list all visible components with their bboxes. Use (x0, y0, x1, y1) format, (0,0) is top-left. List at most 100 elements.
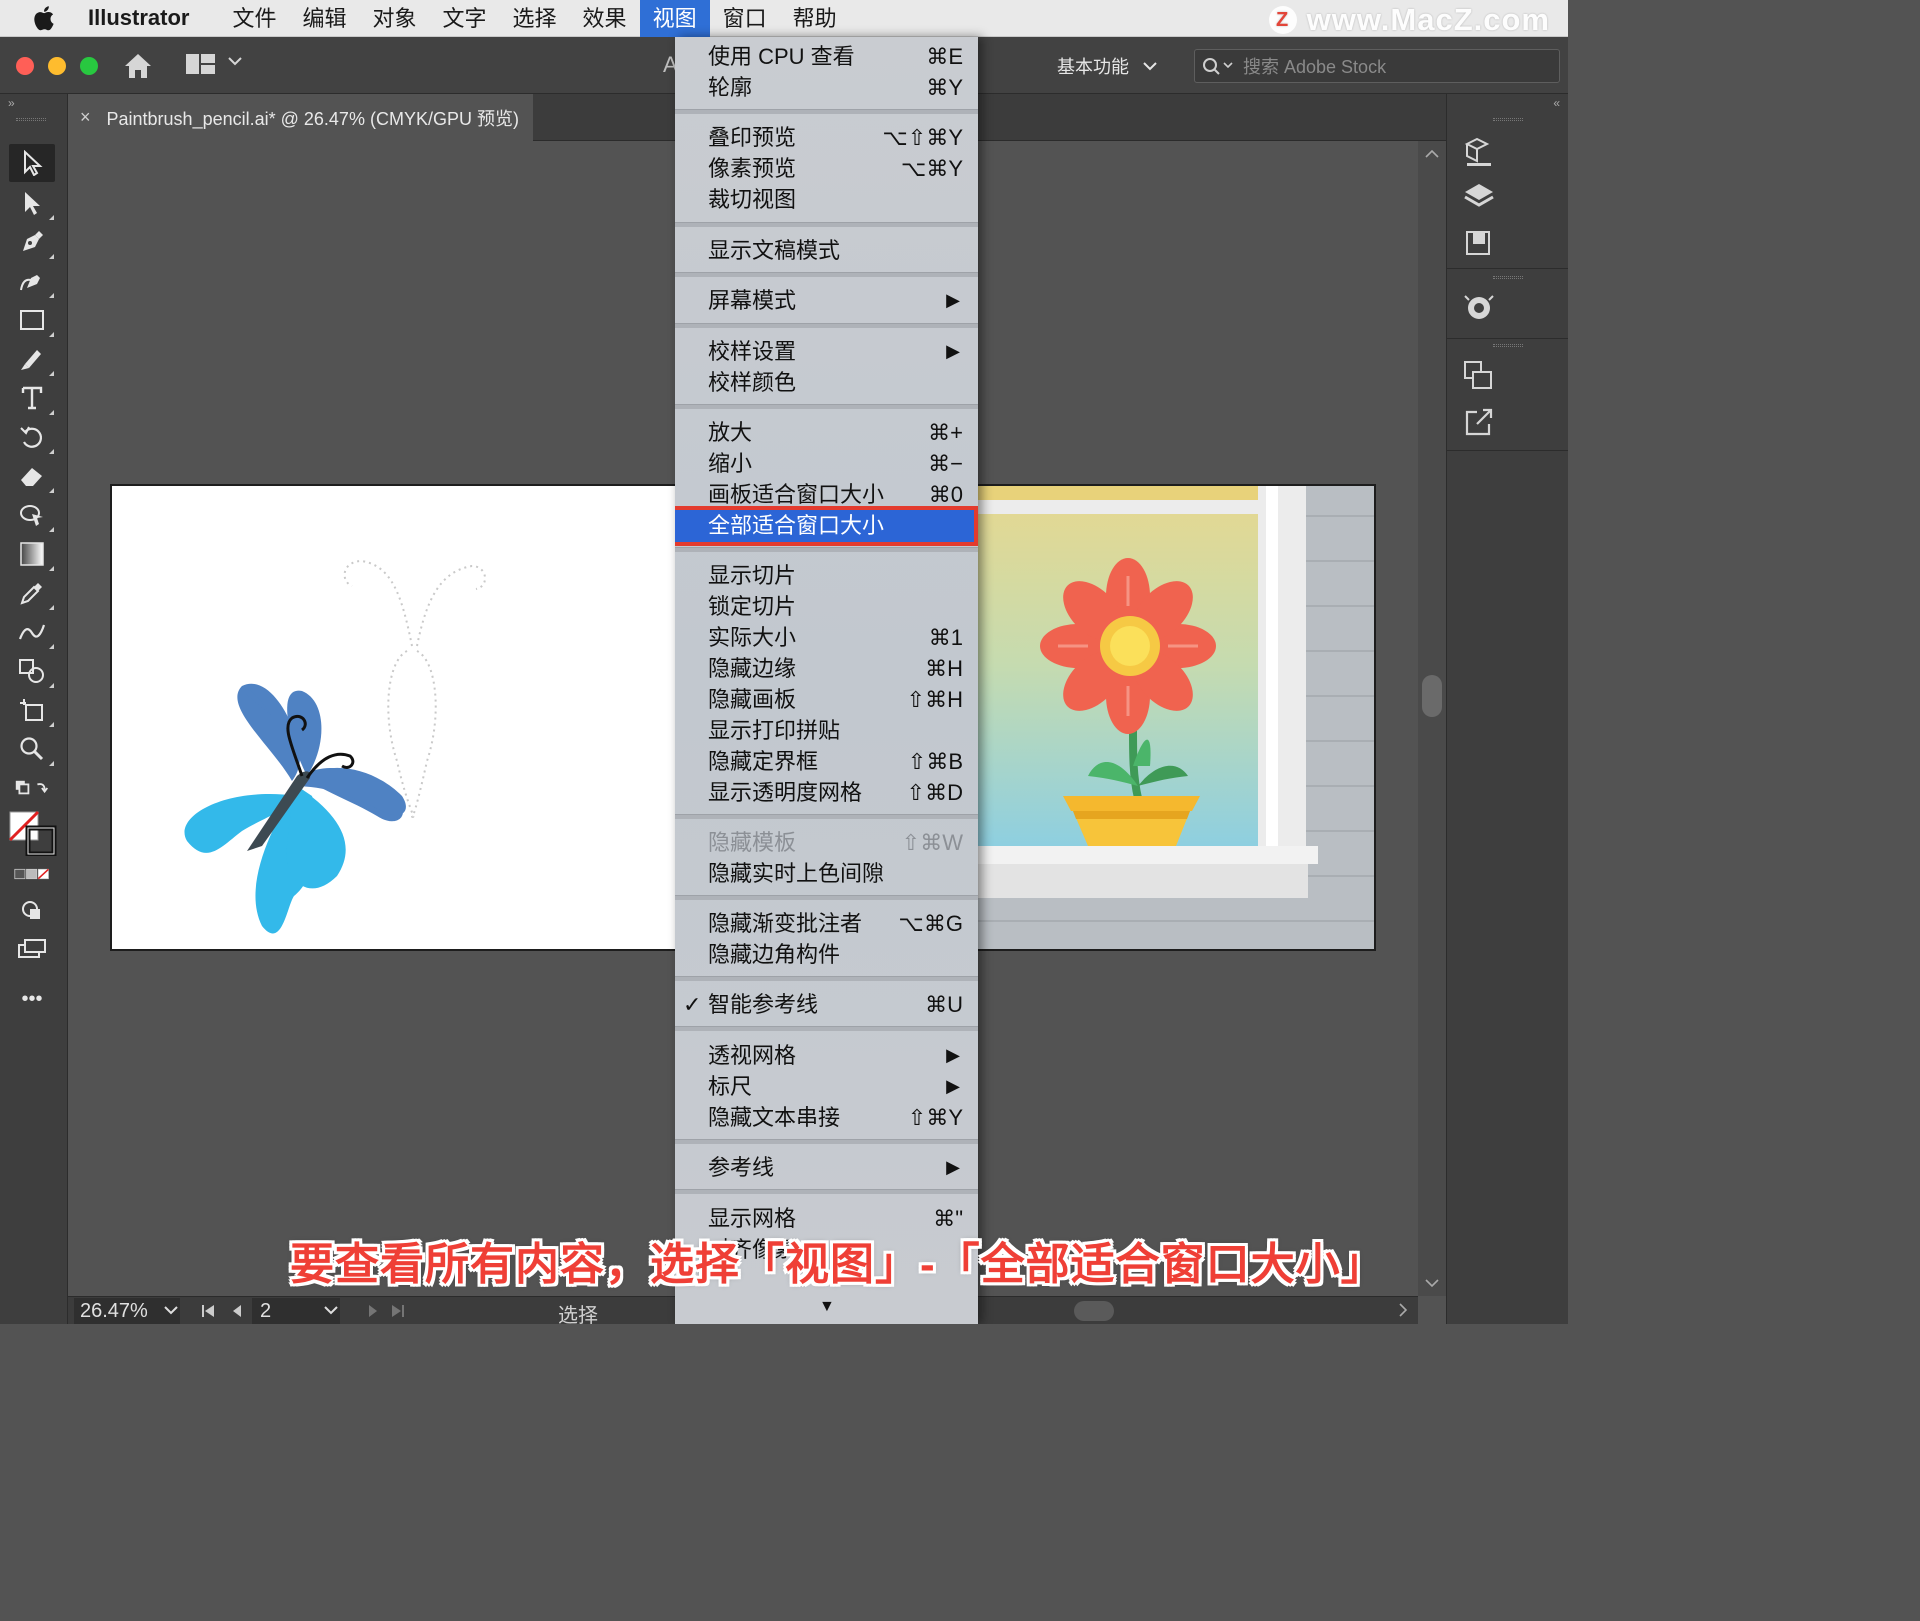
first-artboard-icon[interactable] (200, 1303, 216, 1319)
fit-all-in-window-menu-item[interactable]: 全部适合窗口大小 (675, 506, 978, 546)
menu-object[interactable]: 对象 (360, 0, 430, 37)
flower-window-illustration[interactable] (978, 486, 1376, 951)
menu-scroll-down-icon[interactable]: ▼ (819, 1298, 835, 1316)
type-tool[interactable] (14, 381, 54, 415)
chevron-down-icon[interactable] (164, 1305, 178, 1315)
eyedropper-tool[interactable] (14, 576, 54, 610)
menu-select[interactable]: 选择 (500, 0, 570, 37)
scrollbar-thumb[interactable] (1422, 675, 1442, 717)
scroll-right-icon[interactable] (1398, 1303, 1408, 1317)
apple-logo-icon[interactable] (30, 3, 60, 33)
view-menu-item[interactable]: 标尺 ▶ (675, 1071, 978, 1102)
view-menu-item[interactable]: 放大 ⌘+ (675, 417, 978, 448)
pen-tool[interactable] (14, 225, 54, 259)
collapse-panel-icon[interactable]: « (1553, 96, 1560, 110)
panel-grip[interactable] (1493, 118, 1523, 121)
transform-panel-icon[interactable] (1463, 360, 1497, 392)
next-artboard-icon[interactable] (366, 1303, 380, 1319)
blend-tool[interactable] (14, 615, 54, 649)
workspace-switcher[interactable]: 基本功能 (1057, 53, 1157, 79)
view-menu-item[interactable]: ✓ 智能参考线 ⌘U (675, 989, 978, 1020)
close-tab-icon[interactable]: × (80, 107, 91, 128)
view-menu-item[interactable]: 隐藏边角构件 (675, 939, 978, 970)
menu-type[interactable]: 文字 (430, 0, 500, 37)
menu-help[interactable]: 帮助 (780, 0, 850, 37)
document-tab[interactable]: × Paintbrush_pencil.ai* @ 26.47% (CMYK/G… (68, 94, 533, 141)
view-menu-item[interactable]: 校样颜色 (675, 367, 978, 398)
view-menu-item[interactable]: 实际大小 ⌘1 (675, 622, 978, 653)
panel-grip[interactable] (16, 118, 46, 121)
view-menu-item[interactable]: 显示透明度网格 ⇧⌘D (675, 777, 978, 808)
zoom-tool[interactable] (14, 732, 54, 766)
view-menu-item[interactable]: 显示切片 (675, 560, 978, 591)
libraries-panel-icon[interactable] (1463, 134, 1497, 168)
rectangle-tool[interactable] (14, 303, 54, 337)
scroll-down-icon[interactable] (1425, 1278, 1439, 1288)
artboard-tool[interactable] (14, 693, 54, 727)
view-menu-item[interactable]: 参考线 ▶ (675, 1152, 978, 1183)
draw-mode-tool[interactable] (14, 894, 50, 928)
view-menu-item[interactable]: 隐藏定界框 ⇧⌘B (675, 746, 978, 777)
zoom-icon (20, 737, 44, 761)
chevron-down-icon[interactable] (228, 56, 242, 66)
menu-view[interactable]: 视图 (639, 0, 710, 37)
direct-selection-tool[interactable] (14, 186, 54, 220)
export-panel-icon[interactable] (1463, 406, 1497, 438)
view-menu-item[interactable]: 像素预览 ⌥⌘Y (675, 153, 978, 184)
horizontal-scrollbar-thumb[interactable] (1074, 1301, 1114, 1321)
vertical-scrollbar[interactable] (1418, 141, 1446, 1296)
home-icon[interactable] (123, 52, 153, 80)
view-menu-item[interactable]: 屏幕模式 ▶ (675, 285, 978, 316)
default-fill-stroke[interactable] (14, 774, 50, 802)
stock-search-input[interactable]: 搜索 Adobe Stock (1194, 49, 1560, 83)
minimize-window-button[interactable] (48, 57, 66, 75)
last-artboard-icon[interactable] (390, 1303, 406, 1319)
panel-grip[interactable] (1493, 276, 1523, 279)
eraser-tool[interactable] (14, 459, 54, 493)
view-menu-item[interactable]: 叠印预览 ⌥⇧⌘Y (675, 122, 978, 153)
view-menu-item[interactable]: 使用 CPU 查看 ⌘E (675, 41, 978, 72)
view-menu-item[interactable]: 隐藏边缘 ⌘H (675, 653, 978, 684)
menu-window[interactable]: 窗口 (710, 0, 780, 37)
color-mode-buttons[interactable] (14, 864, 50, 884)
view-menu-item[interactable]: 透视网格 ▶ (675, 1040, 978, 1071)
view-menu-item[interactable]: 隐藏文本串接 ⇧⌘Y (675, 1102, 978, 1133)
view-menu-item[interactable]: 隐藏画板 ⇧⌘H (675, 684, 978, 715)
view-menu-item[interactable]: 显示打印拼贴 (675, 715, 978, 746)
watermark: Z www.MacZ.com (1268, 2, 1550, 38)
view-menu-item[interactable]: 显示文稿模式 (675, 235, 978, 266)
scroll-up-icon[interactable] (1425, 149, 1439, 159)
layers-panel-icon[interactable] (1463, 182, 1497, 212)
close-window-button[interactable] (16, 57, 34, 75)
curvature-tool[interactable] (14, 264, 54, 298)
status-text[interactable]: 选择 (558, 1299, 598, 1324)
chevron-down-icon[interactable] (324, 1305, 338, 1315)
view-menu-item[interactable]: 缩小 ⌘− (675, 448, 978, 479)
arrange-documents-icon[interactable] (186, 54, 216, 74)
screen-mode-tool[interactable] (14, 932, 50, 966)
view-menu-item[interactable]: 校样设置 ▶ (675, 336, 978, 367)
view-menu-item[interactable]: 隐藏渐变批注者 ⌥⌘G (675, 908, 978, 939)
puppet-warp-tool[interactable] (14, 498, 54, 532)
rotate-tool[interactable] (14, 420, 54, 454)
color-guide-panel-icon[interactable] (1463, 292, 1497, 326)
zoom-window-button[interactable] (80, 57, 98, 75)
view-menu-item[interactable]: 隐藏实时上色间隙 (675, 858, 978, 889)
shape-builder-tool[interactable] (14, 654, 54, 688)
fill-stroke-swatches[interactable] (8, 810, 58, 856)
panel-grip[interactable] (1493, 344, 1523, 347)
collapse-panel-icon[interactable]: » (8, 96, 15, 110)
selection-tool[interactable] (9, 144, 55, 182)
menu-edit[interactable]: 编辑 (289, 0, 359, 37)
menu-effect[interactable]: 效果 (570, 0, 640, 37)
artboards-panel-icon[interactable] (1463, 228, 1497, 258)
view-menu-item[interactable]: 锁定切片 (675, 591, 978, 622)
menu-file[interactable]: 文件 (219, 0, 289, 37)
previous-artboard-icon[interactable] (230, 1303, 244, 1319)
gradient-tool[interactable] (14, 537, 54, 571)
view-menu-item[interactable]: 轮廓 ⌘Y (675, 72, 978, 103)
view-menu-item[interactable]: 裁切视图 (675, 184, 978, 215)
edit-toolbar-button[interactable]: ••• (14, 982, 50, 1016)
app-name[interactable]: Illustrator (88, 5, 189, 31)
paintbrush-tool[interactable] (14, 342, 54, 376)
